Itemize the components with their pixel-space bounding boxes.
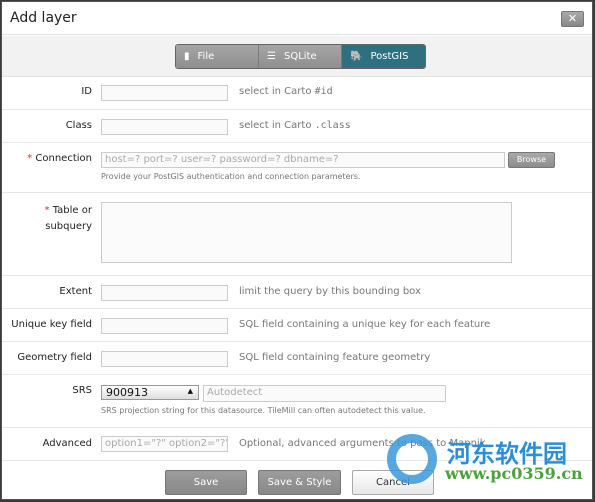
srs-row: SRS 900913 ▲ Autodetect SRS projection st… bbox=[2, 375, 592, 428]
srs-help: SRS projection string for this datasourc… bbox=[101, 406, 426, 415]
class-row: Class select in Carto .class bbox=[2, 110, 592, 143]
database-icon: ☰ bbox=[267, 51, 276, 62]
extent-hint: limit the query by this bounding box bbox=[239, 286, 421, 297]
connection-help: Provide your PostGIS authentication and … bbox=[101, 172, 361, 181]
unique-key-row: Unique key field SQL field containing a … bbox=[2, 309, 592, 342]
geometry-input[interactable] bbox=[101, 351, 228, 367]
extent-label: Extent bbox=[59, 286, 92, 297]
save-and-style-button[interactable]: Save & Style bbox=[258, 470, 341, 495]
id-row: ID select in Carto #id bbox=[2, 77, 592, 110]
dialog-header: Add layer ✕ bbox=[2, 2, 592, 35]
class-hint: select in Carto .class bbox=[239, 120, 351, 131]
unique-key-label: Unique key field bbox=[11, 319, 92, 330]
source-tabs-bar: ▮ File ☰ SQLite 🐘 PostGIS bbox=[2, 36, 592, 77]
unique-key-input[interactable] bbox=[101, 318, 228, 334]
advanced-input[interactable]: option1="?" option2="?" bbox=[101, 436, 228, 452]
geometry-row: Geometry field SQL field containing feat… bbox=[2, 342, 592, 375]
srs-label: SRS bbox=[72, 385, 92, 396]
unique-key-hint: SQL field containing a unique key for ea… bbox=[239, 319, 491, 330]
select-arrow-icon: ▲ bbox=[187, 387, 193, 395]
id-input[interactable] bbox=[101, 85, 228, 101]
class-input[interactable] bbox=[101, 119, 228, 135]
class-label: Class bbox=[65, 120, 92, 131]
save-button[interactable]: Save bbox=[165, 470, 247, 495]
extent-input[interactable] bbox=[101, 285, 228, 301]
table-textarea[interactable] bbox=[101, 202, 512, 263]
id-hint: select in Carto #id bbox=[239, 86, 333, 97]
close-button[interactable]: ✕ bbox=[561, 11, 584, 27]
source-tabs: ▮ File ☰ SQLite 🐘 PostGIS bbox=[175, 44, 426, 69]
file-icon: ▮ bbox=[184, 51, 190, 62]
srs-select[interactable]: 900913 ▲ bbox=[101, 385, 199, 400]
browse-button[interactable]: Browse bbox=[508, 152, 555, 168]
id-label: ID bbox=[81, 86, 92, 97]
tab-file[interactable]: ▮ File bbox=[176, 45, 259, 68]
connection-label: * Connection bbox=[27, 153, 92, 164]
connection-input[interactable]: host=? port=? user=? password=? dbname=? bbox=[101, 152, 505, 168]
srs-input[interactable]: Autodetect bbox=[203, 385, 446, 402]
close-icon: ✕ bbox=[567, 12, 578, 25]
advanced-label: Advanced bbox=[42, 438, 92, 449]
dialog-title: Add layer bbox=[10, 10, 77, 26]
tab-sqlite[interactable]: ☰ SQLite bbox=[259, 45, 342, 68]
table-label: * Table or subquery bbox=[44, 205, 92, 232]
extent-row: Extent limit the query by this bounding … bbox=[2, 276, 592, 309]
elephant-icon: 🐘 bbox=[350, 51, 363, 62]
table-row: * Table or subquery bbox=[2, 193, 592, 276]
add-layer-dialog: Add layer ✕ ▮ File ☰ SQLite 🐘 PostGIS ID se… bbox=[1, 1, 593, 500]
connection-row: * Connection host=? port=? user=? passwo… bbox=[2, 143, 592, 193]
tab-postgis[interactable]: 🐘 PostGIS bbox=[342, 45, 425, 68]
geometry-label: Geometry field bbox=[17, 352, 92, 363]
watermark-logo-icon bbox=[387, 434, 437, 484]
geometry-hint: SQL field containing feature geometry bbox=[239, 352, 431, 363]
